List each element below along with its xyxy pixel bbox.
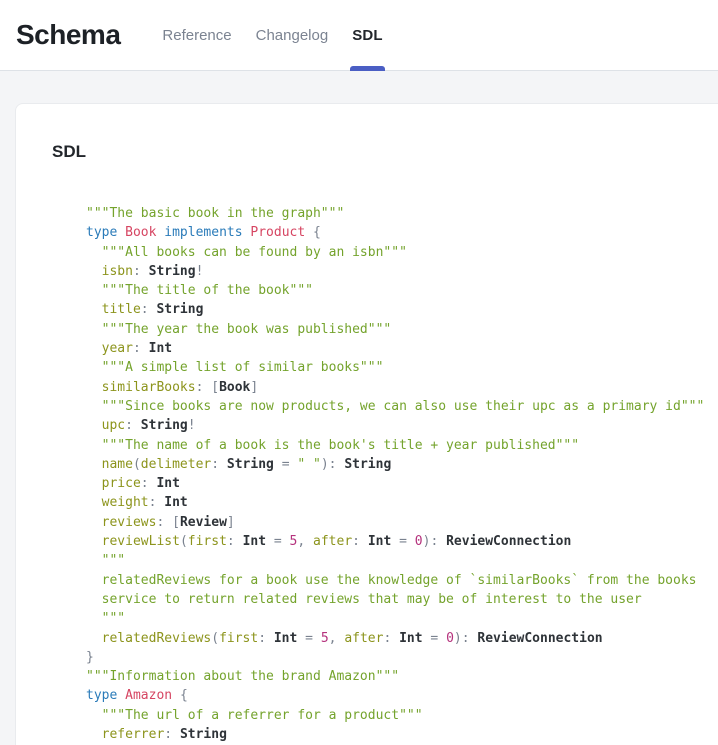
code-line: reviews: [Review] [86, 513, 718, 532]
sdl-heading: SDL [52, 142, 718, 162]
code-line: referrer: String [86, 725, 718, 744]
sdl-card: SDL """The basic book in the graph"""typ… [15, 103, 718, 745]
code-line: """ [86, 609, 718, 628]
tab-changelog[interactable]: Changelog [244, 0, 341, 70]
page-title: Schema [16, 19, 120, 51]
code-line: title: String [86, 300, 718, 319]
code-line: weight: Int [86, 493, 718, 512]
code-line: relatedReviews for a book use the knowle… [86, 571, 718, 590]
code-line: """A simple list of similar books""" [86, 358, 718, 377]
code-line: """The title of the book""" [86, 281, 718, 300]
tab-reference[interactable]: Reference [150, 0, 243, 70]
sdl-code-block: """The basic book in the graph"""type Bo… [86, 204, 718, 745]
code-line: year: Int [86, 339, 718, 358]
code-line: isbn: String! [86, 262, 718, 281]
content-area: SDL """The basic book in the graph"""typ… [0, 71, 718, 745]
code-line: service to return related reviews that m… [86, 590, 718, 609]
code-line: type Book implements Product { [86, 223, 718, 242]
tab-label: Reference [162, 27, 231, 44]
code-line: relatedReviews(first: Int = 5, after: In… [86, 629, 718, 648]
code-line: """All books can be found by an isbn""" [86, 243, 718, 262]
tab-bar: Reference Changelog SDL [150, 0, 394, 70]
tab-sdl[interactable]: SDL [340, 0, 395, 70]
tab-label: Changelog [256, 27, 329, 44]
code-line: """The url of a referrer for a product""… [86, 706, 718, 725]
page-header: Schema Reference Changelog SDL [0, 0, 718, 71]
code-line: """The name of a book is the book's titl… [86, 436, 718, 455]
code-line: type Amazon { [86, 686, 718, 705]
code-line: price: Int [86, 474, 718, 493]
code-line: """The basic book in the graph""" [86, 204, 718, 223]
code-line: upc: String! [86, 416, 718, 435]
code-line: } [86, 648, 718, 667]
tab-label: SDL [352, 27, 383, 44]
code-line: """The year the book was published""" [86, 320, 718, 339]
code-line: similarBooks: [Book] [86, 378, 718, 397]
code-line: """Information about the brand Amazon""" [86, 667, 718, 686]
code-line: """Since books are now products, we can … [86, 397, 718, 416]
code-line: reviewList(first: Int = 5, after: Int = … [86, 532, 718, 551]
code-line: name(delimeter: String = " "): String [86, 455, 718, 474]
code-line: """ [86, 551, 718, 570]
